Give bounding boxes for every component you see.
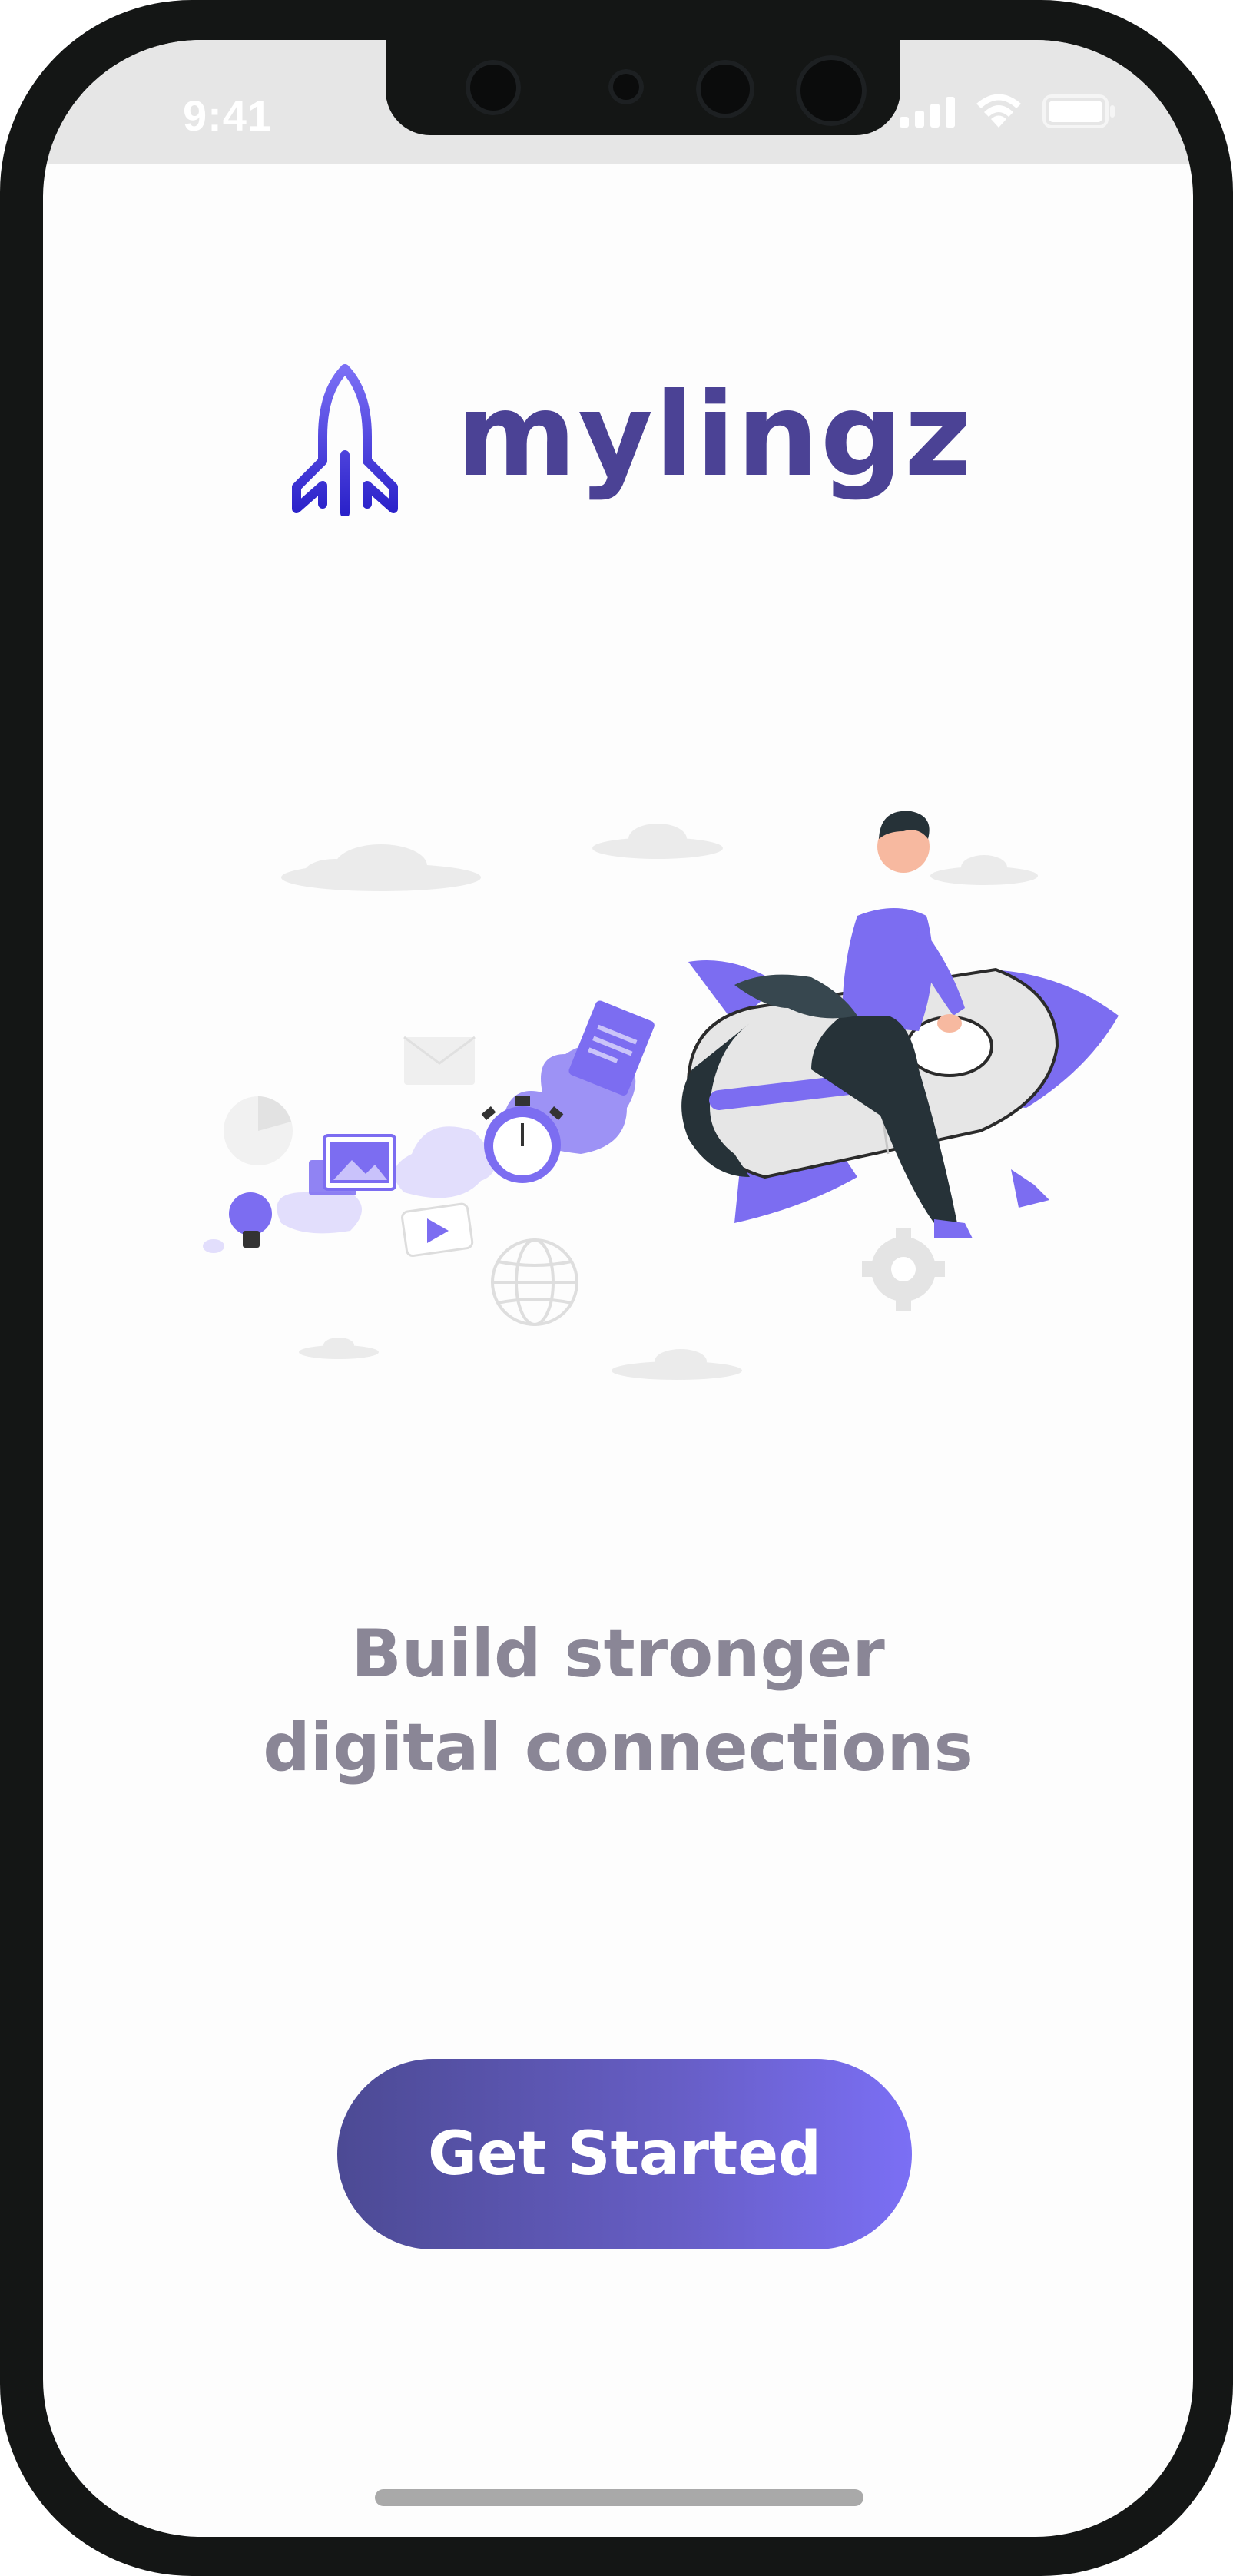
person-riding-rocket-illustration (203, 811, 1119, 1380)
brand-name: mylingz (456, 369, 973, 502)
cloud-icon (592, 824, 723, 859)
tagline-line-2: digital connections (263, 1709, 973, 1786)
phone-frame: 9:41 mylingz Build stronger digital conn… (0, 0, 1233, 2576)
camera-lens-icon (696, 60, 754, 118)
cloud-icon (930, 855, 1038, 885)
pie-chart-icon (224, 1096, 293, 1165)
status-icons (900, 94, 1116, 129)
wifi-icon (976, 94, 1021, 128)
gear-icon (862, 1228, 945, 1311)
onboarding-tagline: Build stronger digital connections (43, 1607, 1193, 1795)
play-video-icon (401, 1202, 474, 1258)
lightbulb-icon (229, 1192, 272, 1248)
get-started-button[interactable]: Get Started (337, 2059, 912, 2249)
front-camera-icon (466, 60, 521, 115)
home-indicator[interactable] (375, 2489, 863, 2506)
battery-icon (1042, 94, 1115, 128)
cloud-icon (299, 1338, 379, 1359)
cloud-icon (281, 844, 481, 891)
sensor-icon (608, 69, 644, 104)
app-logo: mylingz (287, 363, 973, 516)
globe-icon (491, 1238, 578, 1326)
image-icon (309, 1134, 396, 1195)
tagline-line-1: Build stronger (351, 1616, 885, 1692)
status-time: 9:41 (183, 91, 273, 140)
camera-notch (386, 40, 900, 135)
cellular-signal-icon (900, 97, 955, 128)
camera-lens-icon (796, 55, 867, 126)
rocket-icon (292, 364, 398, 516)
app-screen: 9:41 mylingz Build stronger digital conn… (43, 40, 1193, 2537)
cloud-icon (612, 1349, 742, 1380)
